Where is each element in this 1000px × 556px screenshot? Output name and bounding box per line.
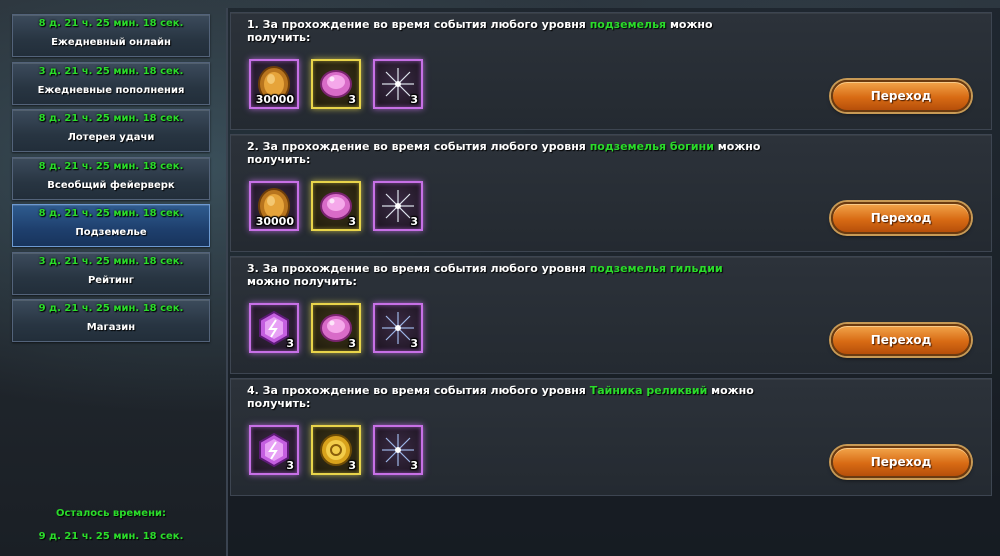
sidebar-item-label: Подземелье bbox=[75, 227, 147, 238]
sidebar-item-rating[interactable]: 3 д. 21 ч. 25 мин. 18 сек. Рейтинг bbox=[12, 252, 210, 295]
reward-item[interactable]: 3 bbox=[249, 303, 299, 353]
sidebar-item-daily-online[interactable]: 8 д. 21 ч. 25 мин. 18 сек. Ежедневный он… bbox=[12, 14, 210, 57]
task-title: 4. За прохождение во время события любог… bbox=[247, 384, 767, 410]
task-card: 4. За прохождение во время события любог… bbox=[230, 378, 992, 496]
reward-qty: 3 bbox=[348, 215, 356, 228]
task-title-highlight: подземелья богини bbox=[589, 140, 714, 153]
sidebar-item-timer: 8 д. 21 ч. 25 мин. 18 сек. bbox=[38, 18, 184, 29]
go-button[interactable]: Переход bbox=[831, 446, 971, 478]
go-button[interactable]: Переход bbox=[831, 202, 971, 234]
sidebar-item-shop[interactable]: 9 д. 21 ч. 25 мин. 18 сек. Магазин bbox=[12, 299, 210, 342]
reward-item[interactable]: 3 bbox=[249, 425, 299, 475]
remaining-time-value: 9 д. 21 ч. 25 мин. 18 сек. bbox=[38, 531, 184, 542]
sidebar-item-fireworks[interactable]: 8 д. 21 ч. 25 мин. 18 сек. Всеобщий фейе… bbox=[12, 157, 210, 200]
reward-qty: 3 bbox=[410, 215, 418, 228]
task-title: 2. За прохождение во время события любог… bbox=[247, 140, 767, 166]
task-card: 1. За прохождение во время события любог… bbox=[230, 12, 992, 130]
reward-qty: 3 bbox=[348, 93, 356, 106]
reward-item[interactable]: 3 bbox=[311, 181, 361, 231]
sidebar-item-label: Магазин bbox=[86, 322, 136, 333]
task-title-highlight: подземелья гильдии bbox=[589, 262, 723, 275]
sidebar-item-label: Ежедневный онлайн bbox=[51, 37, 171, 48]
task-title: 1. За прохождение во время события любог… bbox=[247, 18, 767, 44]
sidebar-item-daily-topup[interactable]: 3 д. 21 ч. 25 мин. 18 сек. Ежедневные по… bbox=[12, 62, 210, 105]
sidebar-item-timer: 8 д. 21 ч. 25 мин. 18 сек. bbox=[38, 113, 184, 124]
reward-qty: 30000 bbox=[255, 215, 294, 228]
reward-item[interactable]: 3 bbox=[311, 425, 361, 475]
sidebar-item-label: Рейтинг bbox=[87, 275, 135, 286]
sidebar-item-timer: 9 д. 21 ч. 25 мин. 18 сек. bbox=[38, 303, 184, 314]
reward-item[interactable]: 3 bbox=[373, 59, 423, 109]
reward-qty: 3 bbox=[348, 337, 356, 350]
task-title: 3. За прохождение во время события любог… bbox=[247, 262, 767, 288]
sidebar-item-label: Всеобщий фейерверк bbox=[47, 180, 175, 191]
remaining-time-block: Осталось времени: 9 д. 21 ч. 25 мин. 18 … bbox=[12, 508, 210, 542]
sidebar-item-dungeon[interactable]: 8 д. 21 ч. 25 мин. 18 сек. Подземелье bbox=[12, 204, 210, 247]
task-title-prefix: 3. За прохождение во время события любог… bbox=[247, 262, 590, 275]
reward-item[interactable]: 3 bbox=[311, 303, 361, 353]
reward-item[interactable]: 3 bbox=[373, 303, 423, 353]
sidebar-item-label: Ежедневные пополнения bbox=[37, 85, 185, 96]
reward-qty: 3 bbox=[286, 337, 294, 350]
sidebar-item-timer: 3 д. 21 ч. 25 мин. 18 сек. bbox=[38, 256, 184, 267]
remaining-time-label: Осталось времени: bbox=[55, 508, 167, 519]
task-title-highlight: подземелья bbox=[589, 18, 667, 31]
reward-qty: 3 bbox=[410, 337, 418, 350]
task-title-highlight: Тайника реликвий bbox=[589, 384, 708, 397]
reward-qty: 30000 bbox=[255, 93, 294, 106]
sidebar-item-timer: 8 д. 21 ч. 25 мин. 18 сек. bbox=[38, 208, 184, 219]
task-title-prefix: 4. За прохождение во время события любог… bbox=[247, 384, 590, 397]
sidebar-item-timer: 3 д. 21 ч. 25 мин. 18 сек. bbox=[38, 66, 184, 77]
task-title-suffix: можно получить: bbox=[247, 275, 357, 288]
task-card: 3. За прохождение во время события любог… bbox=[230, 256, 992, 374]
sidebar-item-label: Лотерея удачи bbox=[67, 132, 155, 143]
reward-qty: 3 bbox=[348, 459, 356, 472]
reward-item[interactable]: 3 bbox=[373, 181, 423, 231]
go-button[interactable]: Переход bbox=[831, 324, 971, 356]
go-button[interactable]: Переход bbox=[831, 80, 971, 112]
reward-item[interactable]: 3 bbox=[311, 59, 361, 109]
reward-item[interactable]: 3 bbox=[373, 425, 423, 475]
task-title-prefix: 1. За прохождение во время события любог… bbox=[247, 18, 590, 31]
reward-qty: 3 bbox=[410, 459, 418, 472]
task-title-prefix: 2. За прохождение во время события любог… bbox=[247, 140, 590, 153]
sidebar-item-timer: 8 д. 21 ч. 25 мин. 18 сек. bbox=[38, 161, 184, 172]
task-card: 2. За прохождение во время события любог… bbox=[230, 134, 992, 252]
reward-item[interactable]: 30000 bbox=[249, 59, 299, 109]
reward-qty: 3 bbox=[410, 93, 418, 106]
reward-item[interactable]: 30000 bbox=[249, 181, 299, 231]
reward-qty: 3 bbox=[286, 459, 294, 472]
sidebar-item-lottery[interactable]: 8 д. 21 ч. 25 мин. 18 сек. Лотерея удачи bbox=[12, 109, 210, 152]
